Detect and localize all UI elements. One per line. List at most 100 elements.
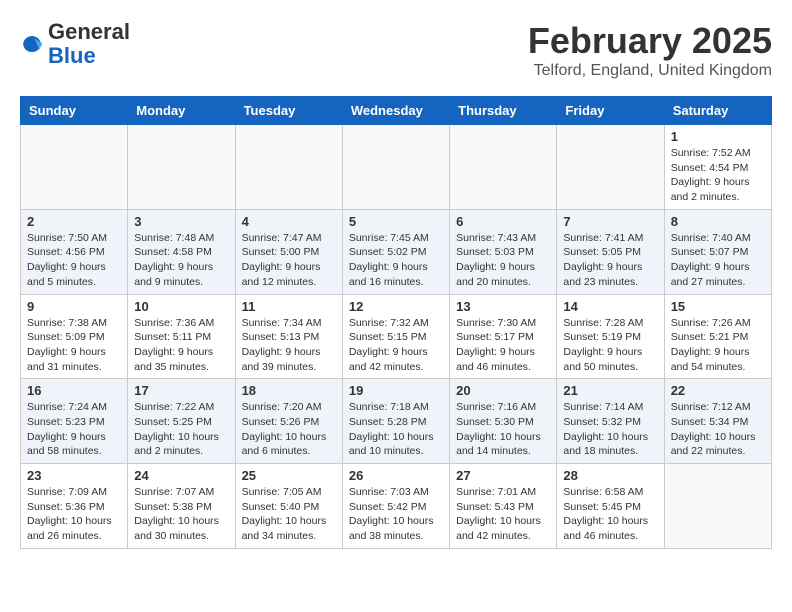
day-number: 21 — [563, 383, 657, 398]
calendar-cell: 15 Sunrise: 7:26 AM Sunset: 5:21 PM Dayli… — [664, 294, 771, 379]
day-info: Sunrise: 7:28 AM Sunset: 5:19 PM Dayligh… — [563, 316, 657, 375]
logo-text: General Blue — [48, 20, 130, 68]
calendar-cell — [342, 125, 449, 210]
day-number: 8 — [671, 214, 765, 229]
day-number: 4 — [242, 214, 336, 229]
day-info: Sunrise: 7:16 AM Sunset: 5:30 PM Dayligh… — [456, 400, 550, 459]
calendar-cell: 4 Sunrise: 7:47 AM Sunset: 5:00 PM Daylig… — [235, 209, 342, 294]
day-info: Sunrise: 7:12 AM Sunset: 5:34 PM Dayligh… — [671, 400, 765, 459]
day-number: 25 — [242, 468, 336, 483]
logo-general-text: General — [48, 19, 130, 44]
day-info: Sunrise: 7:48 AM Sunset: 4:58 PM Dayligh… — [134, 231, 228, 290]
calendar-cell: 20 Sunrise: 7:16 AM Sunset: 5:30 PM Dayli… — [450, 379, 557, 464]
calendar-week-row: 9 Sunrise: 7:38 AM Sunset: 5:09 PM Daylig… — [21, 294, 772, 379]
calendar-cell — [557, 125, 664, 210]
day-number: 13 — [456, 299, 550, 314]
calendar-week-row: 23 Sunrise: 7:09 AM Sunset: 5:36 PM Dayli… — [21, 464, 772, 549]
calendar-header-thursday: Thursday — [450, 97, 557, 125]
calendar-cell: 5 Sunrise: 7:45 AM Sunset: 5:02 PM Daylig… — [342, 209, 449, 294]
day-info: Sunrise: 7:26 AM Sunset: 5:21 PM Dayligh… — [671, 316, 765, 375]
day-number: 28 — [563, 468, 657, 483]
day-number: 19 — [349, 383, 443, 398]
day-number: 18 — [242, 383, 336, 398]
day-number: 11 — [242, 299, 336, 314]
day-info: Sunrise: 7:34 AM Sunset: 5:13 PM Dayligh… — [242, 316, 336, 375]
day-info: Sunrise: 7:40 AM Sunset: 5:07 PM Dayligh… — [671, 231, 765, 290]
calendar-cell: 11 Sunrise: 7:34 AM Sunset: 5:13 PM Dayli… — [235, 294, 342, 379]
day-number: 22 — [671, 383, 765, 398]
calendar-cell — [235, 125, 342, 210]
calendar-table: SundayMondayTuesdayWednesdayThursdayFrid… — [20, 96, 772, 549]
calendar-header-tuesday: Tuesday — [235, 97, 342, 125]
day-info: Sunrise: 7:50 AM Sunset: 4:56 PM Dayligh… — [27, 231, 121, 290]
day-info: Sunrise: 7:20 AM Sunset: 5:26 PM Dayligh… — [242, 400, 336, 459]
day-info: Sunrise: 6:58 AM Sunset: 5:45 PM Dayligh… — [563, 485, 657, 544]
calendar-header-sunday: Sunday — [21, 97, 128, 125]
day-info: Sunrise: 7:01 AM Sunset: 5:43 PM Dayligh… — [456, 485, 550, 544]
day-info: Sunrise: 7:05 AM Sunset: 5:40 PM Dayligh… — [242, 485, 336, 544]
calendar-cell: 19Sunrise: 7:18 AM Sunset: 5:28 PM Dayli… — [342, 379, 449, 464]
calendar-cell: 26 Sunrise: 7:03 AM Sunset: 5:42 PM Dayli… — [342, 464, 449, 549]
day-number: 15 — [671, 299, 765, 314]
calendar-cell: 18 Sunrise: 7:20 AM Sunset: 5:26 PM Dayli… — [235, 379, 342, 464]
calendar-cell: 7Sunrise: 7:41 AM Sunset: 5:05 PM Daylig… — [557, 209, 664, 294]
day-info: Sunrise: 7:52 AM Sunset: 4:54 PM Dayligh… — [671, 146, 765, 205]
day-number: 23 — [27, 468, 121, 483]
day-info: Sunrise: 7:43 AM Sunset: 5:03 PM Dayligh… — [456, 231, 550, 290]
day-number: 20 — [456, 383, 550, 398]
calendar-cell — [664, 464, 771, 549]
calendar-cell: 28 Sunrise: 6:58 AM Sunset: 5:45 PM Dayli… — [557, 464, 664, 549]
calendar-cell: 17 Sunrise: 7:22 AM Sunset: 5:25 PM Dayli… — [128, 379, 235, 464]
day-number: 6 — [456, 214, 550, 229]
day-number: 5 — [349, 214, 443, 229]
calendar-cell: 14 Sunrise: 7:28 AM Sunset: 5:19 PM Dayli… — [557, 294, 664, 379]
day-number: 9 — [27, 299, 121, 314]
calendar-cell: 27 Sunrise: 7:01 AM Sunset: 5:43 PM Dayli… — [450, 464, 557, 549]
calendar-cell: 13 Sunrise: 7:30 AM Sunset: 5:17 PM Dayli… — [450, 294, 557, 379]
calendar-cell — [128, 125, 235, 210]
calendar-title: February 2025 — [528, 20, 772, 62]
day-info: Sunrise: 7:36 AM Sunset: 5:11 PM Dayligh… — [134, 316, 228, 375]
calendar-cell: 22 Sunrise: 7:12 AM Sunset: 5:34 PM Dayli… — [664, 379, 771, 464]
day-info: Sunrise: 7:03 AM Sunset: 5:42 PM Dayligh… — [349, 485, 443, 544]
calendar-header-saturday: Saturday — [664, 97, 771, 125]
calendar-cell: 25 Sunrise: 7:05 AM Sunset: 5:40 PM Dayli… — [235, 464, 342, 549]
day-number: 17 — [134, 383, 228, 398]
day-number: 24 — [134, 468, 228, 483]
day-info: Sunrise: 7:09 AM Sunset: 5:36 PM Dayligh… — [27, 485, 121, 544]
day-number: 10 — [134, 299, 228, 314]
calendar-cell: 6 Sunrise: 7:43 AM Sunset: 5:03 PM Daylig… — [450, 209, 557, 294]
day-info: Sunrise: 7:07 AM Sunset: 5:38 PM Dayligh… — [134, 485, 228, 544]
day-number: 26 — [349, 468, 443, 483]
day-number: 16 — [27, 383, 121, 398]
calendar-cell: 12Sunrise: 7:32 AM Sunset: 5:15 PM Dayli… — [342, 294, 449, 379]
logo-icon — [20, 32, 44, 56]
header: General Blue February 2025 Telford, Engl… — [20, 20, 772, 80]
calendar-header-monday: Monday — [128, 97, 235, 125]
logo: General Blue — [20, 20, 130, 68]
day-info: Sunrise: 7:24 AM Sunset: 5:23 PM Dayligh… — [27, 400, 121, 459]
calendar-cell: 8 Sunrise: 7:40 AM Sunset: 5:07 PM Daylig… — [664, 209, 771, 294]
day-info: Sunrise: 7:45 AM Sunset: 5:02 PM Dayligh… — [349, 231, 443, 290]
day-number: 2 — [27, 214, 121, 229]
calendar-subtitle: Telford, England, United Kingdom — [528, 62, 772, 80]
calendar-cell: 24 Sunrise: 7:07 AM Sunset: 5:38 PM Dayli… — [128, 464, 235, 549]
title-section: February 2025 Telford, England, United K… — [528, 20, 772, 80]
calendar-cell: 1 Sunrise: 7:52 AM Sunset: 4:54 PM Daylig… — [664, 125, 771, 210]
day-number: 14 — [563, 299, 657, 314]
day-number: 27 — [456, 468, 550, 483]
calendar-cell — [450, 125, 557, 210]
day-number: 1 — [671, 129, 765, 144]
day-number: 12 — [349, 299, 443, 314]
day-info: Sunrise: 7:22 AM Sunset: 5:25 PM Dayligh… — [134, 400, 228, 459]
calendar-week-row: 16 Sunrise: 7:24 AM Sunset: 5:23 PM Dayli… — [21, 379, 772, 464]
calendar-cell: 10 Sunrise: 7:36 AM Sunset: 5:11 PM Dayli… — [128, 294, 235, 379]
day-info: Sunrise: 7:30 AM Sunset: 5:17 PM Dayligh… — [456, 316, 550, 375]
day-info: Sunrise: 7:14 AM Sunset: 5:32 PM Dayligh… — [563, 400, 657, 459]
calendar-header-friday: Friday — [557, 97, 664, 125]
day-info: Sunrise: 7:47 AM Sunset: 5:00 PM Dayligh… — [242, 231, 336, 290]
day-info: Sunrise: 7:38 AM Sunset: 5:09 PM Dayligh… — [27, 316, 121, 375]
logo-blue-text: Blue — [48, 43, 96, 68]
calendar-header-wednesday: Wednesday — [342, 97, 449, 125]
calendar-cell: 16 Sunrise: 7:24 AM Sunset: 5:23 PM Dayli… — [21, 379, 128, 464]
